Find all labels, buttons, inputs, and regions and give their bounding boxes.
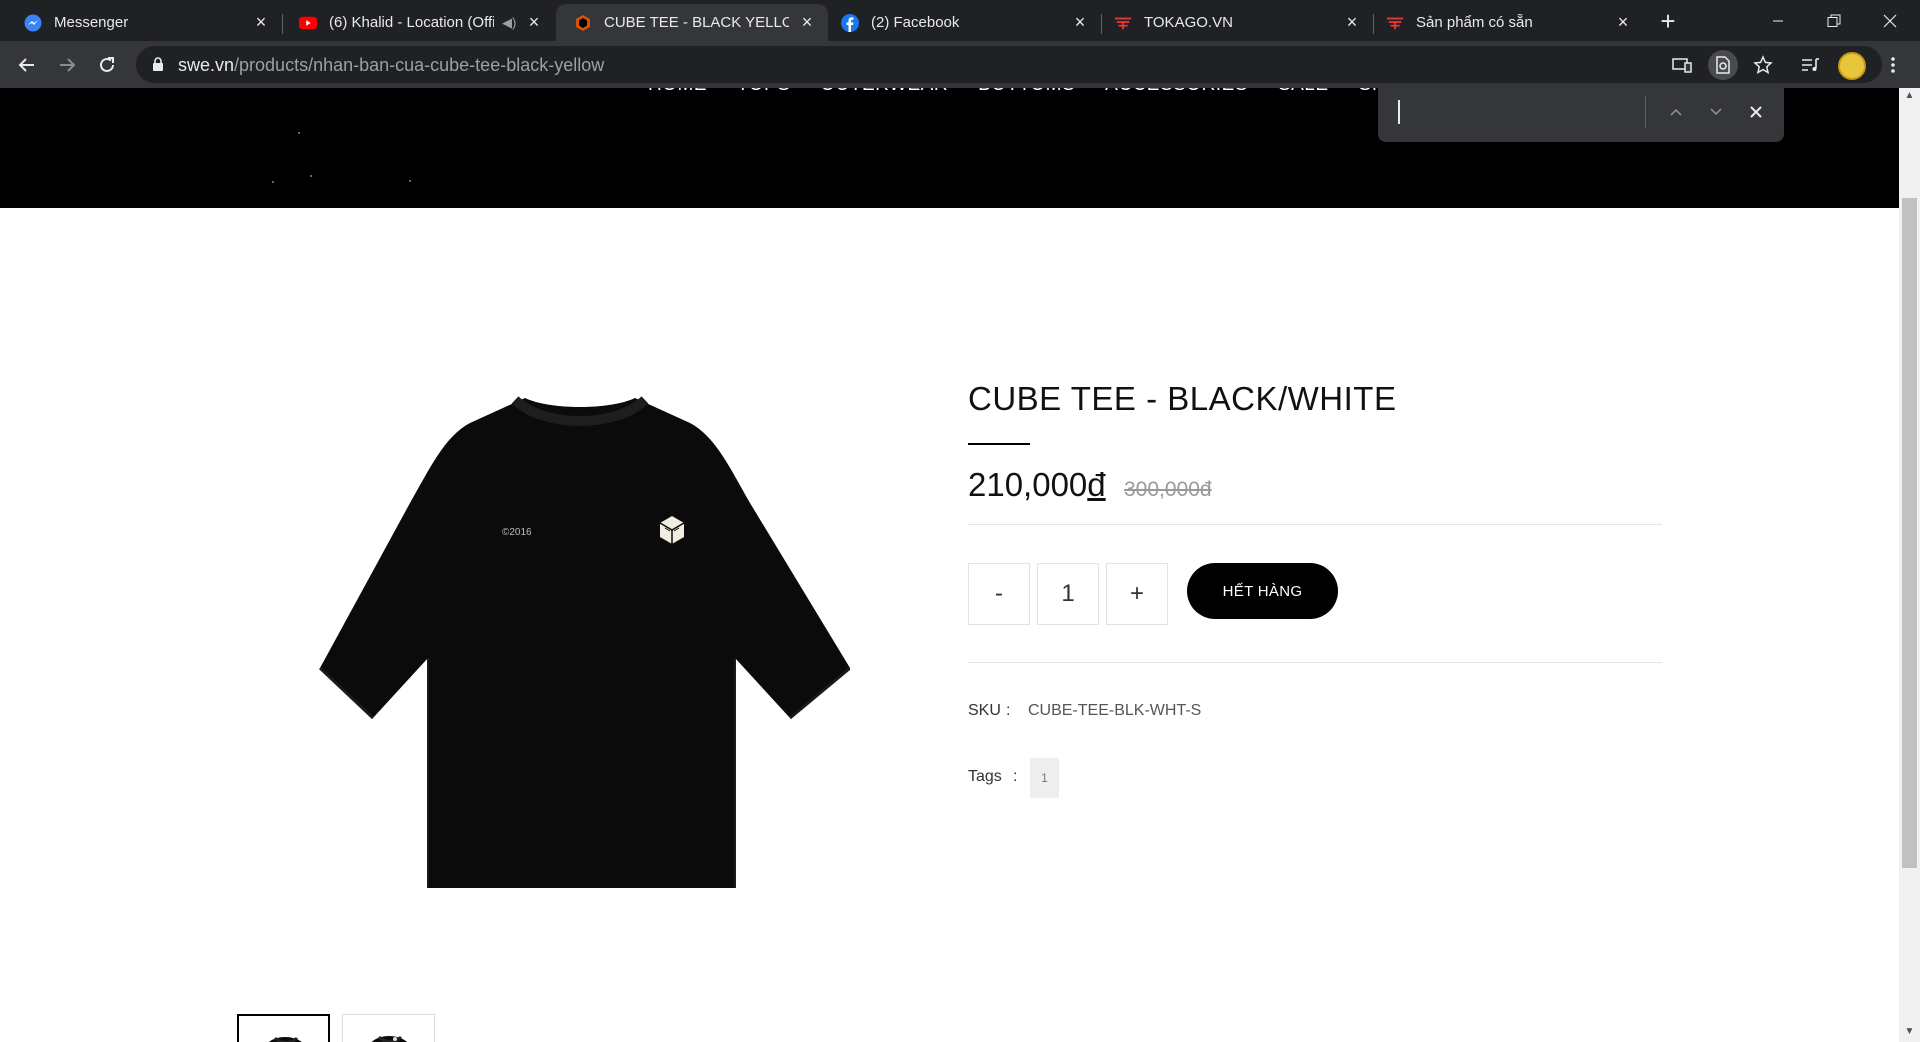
divider xyxy=(968,662,1662,663)
header-decor-dot xyxy=(409,180,411,182)
tokago-icon xyxy=(1386,14,1404,32)
reload-icon[interactable] xyxy=(92,50,122,80)
title-underline xyxy=(968,443,1030,445)
tab-messenger[interactable]: Messenger × xyxy=(0,4,282,41)
quantity-input[interactable]: 1 xyxy=(1037,563,1099,625)
find-input[interactable] xyxy=(1398,100,1400,124)
tab-close-icon[interactable]: × xyxy=(525,13,543,31)
nav-tops[interactable]: TOPS xyxy=(737,88,790,96)
new-tab-icon[interactable]: + xyxy=(1654,8,1682,36)
nav-outerwear[interactable]: OUTERWEAR xyxy=(820,88,948,96)
thumbnail-1[interactable] xyxy=(237,1014,330,1042)
facebook-icon xyxy=(841,13,859,32)
media-control-icon[interactable] xyxy=(1796,50,1826,80)
header-decor-dot xyxy=(298,132,300,134)
divider xyxy=(968,524,1662,525)
cast-icon[interactable] xyxy=(1667,50,1697,80)
window-close-icon[interactable] xyxy=(1862,0,1918,41)
url-path: /products/nhan-ban-cua-cube-tee-black-ye… xyxy=(234,55,605,75)
url-host: swe.vn xyxy=(178,55,235,75)
address-bar[interactable]: swe.vn/products/nhan-ban-cua-cube-tee-bl… xyxy=(136,46,1882,83)
tab-close-icon[interactable]: × xyxy=(1614,13,1632,31)
page-scrollbar[interactable]: ▲ ▼ xyxy=(1899,88,1920,1042)
nav-accessories[interactable]: ACCESSORIES xyxy=(1105,88,1248,96)
tab-close-icon[interactable]: × xyxy=(798,13,816,31)
find-divider xyxy=(1645,96,1646,128)
minimize-icon[interactable] xyxy=(1750,0,1806,41)
tab-title: TOKAGO.VN xyxy=(1144,14,1233,31)
tab-title: Sản phẩm có sẵn xyxy=(1416,14,1533,31)
tags-colon: : xyxy=(1013,768,1018,785)
lock-icon[interactable] xyxy=(152,57,164,76)
quantity-decrease-button[interactable]: - xyxy=(968,563,1030,625)
swe-icon xyxy=(574,14,592,32)
thumbnail-2[interactable] xyxy=(342,1014,435,1042)
sold-out-button[interactable]: HẾT HÀNG xyxy=(1187,563,1338,619)
tab-close-icon[interactable]: × xyxy=(252,13,270,31)
tab-cube-tee[interactable]: CUBE TEE - BLACK YELLOW – SWE × xyxy=(556,4,828,41)
restore-icon[interactable] xyxy=(1806,0,1862,41)
tab-youtube[interactable]: (6) Khalid - Location (Official Video) ◀… xyxy=(283,4,555,41)
tab-tokago[interactable]: TOKAGO.VN × xyxy=(1102,4,1373,41)
forward-icon[interactable] xyxy=(52,50,82,80)
nav-sale[interactable]: SALE xyxy=(1278,88,1329,96)
find-bar xyxy=(1378,88,1784,142)
price-value: 210,000 xyxy=(968,466,1088,503)
product-main-image[interactable]: ©2016 xyxy=(310,388,851,888)
tag-chip[interactable]: 1 xyxy=(1030,758,1059,798)
scroll-down-arrow-icon[interactable]: ▼ xyxy=(1904,1027,1915,1037)
page-viewport: HOME TOPS OUTERWEAR BOTTOMS ACCESSORIES … xyxy=(0,88,1920,1042)
profile-avatar[interactable] xyxy=(1838,52,1866,80)
quantity-increase-button[interactable]: + xyxy=(1106,563,1168,625)
sku-value: CUBE-TEE-BLK-WHT-S xyxy=(1028,702,1202,719)
nav-bottoms[interactable]: BOTTOMS xyxy=(978,88,1075,96)
youtube-icon xyxy=(299,14,317,32)
tab-title: Messenger xyxy=(54,14,129,31)
back-icon[interactable] xyxy=(12,50,42,80)
scroll-up-arrow-icon[interactable]: ▲ xyxy=(1904,91,1915,101)
tokago-icon xyxy=(1114,14,1132,32)
bookmark-star-icon[interactable] xyxy=(1748,50,1778,80)
tab-san-pham[interactable]: Sản phẩm có sẵn × xyxy=(1374,4,1644,41)
sku-label: SKU xyxy=(968,702,1001,719)
browser-tab-strip: Messenger × (6) Khalid - Location (Offic… xyxy=(0,0,1920,41)
tags-label: Tags xyxy=(968,768,1002,785)
tab-close-icon[interactable]: × xyxy=(1343,13,1361,31)
speaker-icon[interactable]: ◀) xyxy=(502,15,516,31)
price-currency: đ xyxy=(1087,466,1106,503)
thumbnail-strip xyxy=(237,1014,435,1042)
messenger-icon xyxy=(24,14,42,32)
find-close-icon[interactable] xyxy=(1742,98,1770,126)
header-decor-dot xyxy=(272,181,274,183)
find-next-icon[interactable] xyxy=(1702,98,1730,126)
tab-title: (6) Khalid - Location (Official Video) xyxy=(329,14,494,31)
scrollbar-thumb[interactable] xyxy=(1902,198,1917,868)
header-decor-dot xyxy=(310,175,312,177)
original-price: 300,000đ xyxy=(1124,478,1212,501)
product-title: CUBE TEE - BLACK/WHITE xyxy=(968,380,1397,417)
tab-close-icon[interactable]: × xyxy=(1071,13,1089,31)
find-previous-icon[interactable] xyxy=(1662,98,1690,126)
find-in-page-icon[interactable] xyxy=(1708,50,1738,80)
sku-colon: : xyxy=(1006,702,1011,719)
url-text: swe.vn/products/nhan-ban-cua-cube-tee-bl… xyxy=(178,55,604,76)
tab-title: CUBE TEE - BLACK YELLOW – SWE xyxy=(604,14,789,31)
browser-toolbar: swe.vn/products/nhan-ban-cua-cube-tee-bl… xyxy=(0,41,1920,88)
tab-facebook[interactable]: (2) Facebook × xyxy=(829,4,1101,41)
menu-kebab-icon[interactable] xyxy=(1878,50,1908,80)
product-price: 210,000đ xyxy=(968,466,1106,504)
main-nav: HOME TOPS OUTERWEAR BOTTOMS ACCESSORIES … xyxy=(648,88,1476,96)
tab-title: (2) Facebook xyxy=(871,14,960,31)
nav-home[interactable]: HOME xyxy=(648,88,707,96)
shirt-print-text: ©2016 xyxy=(502,527,532,538)
